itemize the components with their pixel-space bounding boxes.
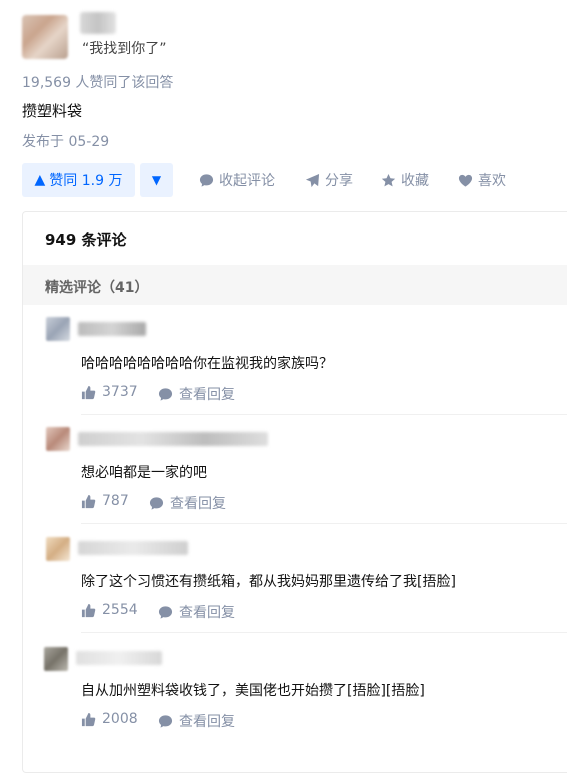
- comment-text: 哈哈哈哈哈哈哈哈你在监视我的家族吗？: [81, 356, 333, 372]
- commenter-name-blurred[interactable]: [76, 651, 162, 665]
- view-replies-label: 查看回复: [170, 496, 226, 512]
- comment-bubble-icon: [149, 496, 164, 510]
- vote-down-button[interactable]: ▼: [140, 163, 173, 197]
- view-replies-button[interactable]: 查看回复: [149, 493, 226, 513]
- comment-bubble-icon: [199, 173, 214, 187]
- thumbs-up-icon: [81, 603, 96, 617]
- favorite-label: 收藏: [401, 173, 429, 189]
- triangle-down-icon: ▼: [151, 173, 162, 187]
- comment-like-button[interactable]: 787: [81, 493, 129, 509]
- comment-text: 除了这个习惯还有攒纸箱，都从我妈妈那里遗传给了我[捂脸]: [81, 574, 456, 590]
- favorite-button[interactable]: 收藏: [381, 170, 429, 190]
- featured-comments-title: 精选评论（41）: [45, 280, 149, 296]
- star-icon: [381, 173, 396, 186]
- comment-bubble-icon: [158, 605, 173, 619]
- commenter-avatar[interactable]: [46, 427, 70, 451]
- comment-bubble-icon: [158, 714, 173, 728]
- vote-up-button[interactable]: ▲ 赞同 1.9 万: [22, 163, 135, 197]
- comment-bubble-icon: [158, 387, 173, 401]
- author-avatar[interactable]: [22, 15, 68, 59]
- comment-like-button[interactable]: 2008: [81, 711, 138, 727]
- view-replies-button[interactable]: 查看回复: [158, 711, 235, 731]
- view-replies-label: 查看回复: [179, 714, 235, 730]
- comment-like-count: 3737: [102, 384, 138, 400]
- collapse-comments-label: 收起评论: [219, 173, 275, 189]
- view-replies-button[interactable]: 查看回复: [158, 384, 235, 404]
- answer-body: 攒塑料袋: [22, 102, 83, 120]
- comment-like-count: 2008: [102, 711, 138, 727]
- like-button[interactable]: 喜欢: [458, 170, 506, 190]
- commenter-name-blurred[interactable]: [78, 322, 146, 336]
- comment-like-count: 787: [102, 493, 129, 509]
- heart-icon: [458, 174, 473, 187]
- comment-like-button[interactable]: 2554: [81, 602, 138, 618]
- comments-count: 949 条评论: [45, 231, 127, 249]
- commenter-avatar[interactable]: [46, 317, 70, 341]
- comment-divider: [81, 414, 567, 415]
- share-button[interactable]: 分享: [305, 170, 353, 190]
- comment-text: 想必咱都是一家的吧: [81, 465, 207, 481]
- view-replies-label: 查看回复: [179, 387, 235, 403]
- agree-count: 19,569 人赞同了该回答: [22, 75, 174, 91]
- paper-plane-icon: [305, 173, 320, 187]
- comment-divider: [81, 632, 567, 633]
- view-replies-label: 查看回复: [179, 605, 235, 621]
- share-label: 分享: [325, 173, 353, 189]
- thumbs-up-icon: [81, 494, 96, 508]
- comment-like-count: 2554: [102, 602, 138, 618]
- commenter-name-blurred[interactable]: [78, 432, 268, 446]
- like-label: 喜欢: [478, 173, 506, 189]
- thumbs-up-icon: [81, 712, 96, 726]
- commenter-avatar[interactable]: [46, 537, 70, 561]
- publish-date[interactable]: 发布于 05-29: [22, 131, 109, 151]
- author-headline: “我找到你了”: [82, 41, 167, 57]
- comment-divider: [81, 523, 567, 524]
- vote-up-label: 赞同 1.9 万: [49, 173, 123, 189]
- commenter-name-blurred[interactable]: [78, 541, 188, 555]
- thumbs-up-icon: [81, 385, 96, 399]
- view-replies-button[interactable]: 查看回复: [158, 602, 235, 622]
- comment-like-button[interactable]: 3737: [81, 384, 138, 400]
- author-name-blurred[interactable]: [80, 12, 116, 34]
- comment-text: 自从加州塑料袋收钱了，美国佬也开始攒了[捂脸][捂脸]: [81, 683, 425, 699]
- triangle-up-icon: ▲: [34, 172, 46, 188]
- commenter-avatar[interactable]: [44, 647, 68, 671]
- collapse-comments-button[interactable]: 收起评论: [199, 170, 275, 190]
